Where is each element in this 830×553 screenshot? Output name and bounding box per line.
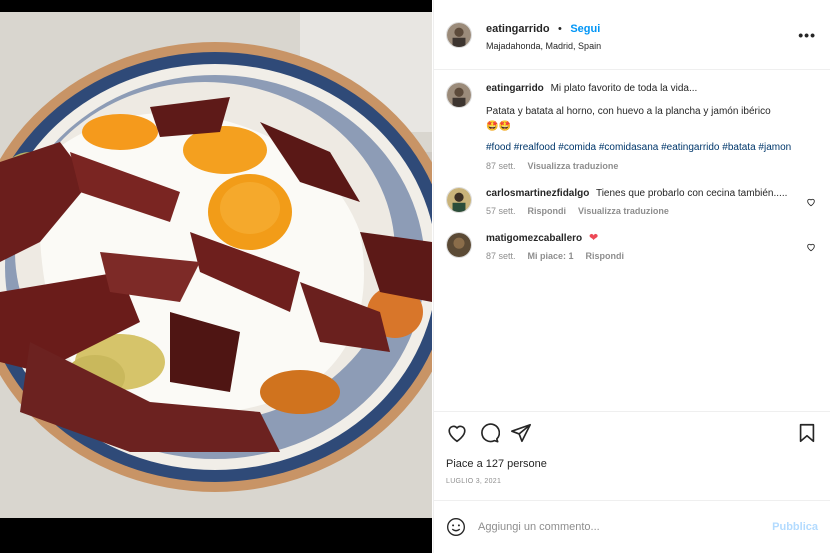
comment-meta: 57 sett. Rispondi Visualizza traduzione — [486, 206, 798, 216]
caption-body: eatingarrido Mi plato favorito de toda l… — [486, 82, 818, 171]
comment-meta: 87 sett. Mi piace: 1 Rispondi — [486, 251, 798, 261]
caption-entry: eatingarrido Mi plato favorito de toda l… — [446, 82, 818, 171]
translate-link[interactable]: Visualizza traduzione — [528, 161, 619, 171]
comment-likes-count[interactable]: Mi piace: 1 — [528, 251, 574, 261]
post-details-panel: eatingarrido • Segui Majadahonda, Madrid… — [433, 0, 830, 553]
caption-meta: 87 sett. Visualizza traduzione — [486, 161, 798, 171]
emoji-icon[interactable] — [446, 517, 466, 537]
caption-hashtags[interactable]: #food #realfood #comida #comidasana #eat… — [486, 141, 798, 155]
comment-time: 87 sett. — [486, 251, 516, 261]
heart-icon[interactable] — [446, 422, 468, 444]
post-header: eatingarrido • Segui Majadahonda, Madrid… — [434, 0, 830, 70]
likes-count[interactable]: Piace a 127 persone — [446, 458, 818, 470]
post-header-meta: eatingarrido • Segui Majadahonda, Madrid… — [486, 19, 601, 51]
share-icon[interactable] — [510, 422, 532, 444]
add-comment-bar: Pubblica — [434, 500, 830, 553]
avatar[interactable] — [446, 82, 472, 108]
more-options-icon[interactable]: ••• — [798, 28, 816, 42]
caption-emojis: 🤩🤩 — [486, 121, 511, 132]
comment-icon[interactable] — [478, 422, 500, 444]
food-photo-illustration — [0, 12, 432, 518]
author-username[interactable]: eatingarrido — [486, 23, 550, 35]
avatar[interactable] — [446, 187, 472, 213]
comment-text: carlosmartinezfidalgo Tienes que probarl… — [486, 187, 798, 200]
caption-text: eatingarrido Mi plato favorito de toda l… — [486, 82, 798, 95]
action-icons-row — [446, 422, 818, 444]
red-heart-emoji: ❤ — [588, 232, 599, 244]
comment-content: Tienes que probarlo con cecina también..… — [595, 188, 788, 199]
comment-item: matigomezcaballero ❤ 87 sett. Mi piace: … — [446, 232, 818, 261]
separator-dot: • — [558, 22, 562, 35]
media-letterbox-top — [0, 0, 432, 12]
comment-body: carlosmartinezfidalgo Tienes que probarl… — [486, 187, 818, 216]
avatar[interactable] — [446, 21, 472, 48]
location-link[interactable]: Majadahonda, Madrid, Spain — [486, 41, 601, 51]
caption-line-1: Mi plato favorito de toda la vida... — [550, 83, 698, 94]
caption-line-2: Patata y batata al horno, con huevo a la… — [486, 106, 771, 117]
bookmark-icon[interactable] — [796, 422, 818, 444]
comment-like-heart-icon[interactable] — [806, 197, 816, 207]
reply-link[interactable]: Rispondi — [528, 206, 567, 216]
comment-like-heart-icon[interactable] — [806, 242, 816, 252]
comment-time: 57 sett. — [486, 206, 516, 216]
post-actions: Piace a 127 persone LUGLIO 3, 2021 — [434, 411, 830, 501]
follow-button[interactable]: Segui — [570, 23, 600, 35]
comment-item: carlosmartinezfidalgo Tienes que probarl… — [446, 187, 818, 216]
publish-button[interactable]: Pubblica — [772, 521, 818, 533]
post-date: LUGLIO 3, 2021 — [446, 478, 502, 485]
caption-username[interactable]: eatingarrido — [486, 83, 544, 94]
comment-username[interactable]: matigomezcaballero — [486, 233, 582, 244]
caption-time: 87 sett. — [486, 161, 516, 171]
post-photo[interactable] — [0, 12, 432, 518]
comment-body: matigomezcaballero ❤ 87 sett. Mi piace: … — [486, 232, 818, 261]
reply-link[interactable]: Rispondi — [586, 251, 625, 261]
media-letterbox-bottom — [0, 518, 432, 553]
comment-username[interactable]: carlosmartinezfidalgo — [486, 188, 589, 199]
avatar[interactable] — [446, 232, 472, 258]
comment-text: matigomezcaballero ❤ — [486, 232, 798, 245]
comment-input[interactable] — [478, 521, 773, 533]
translate-link[interactable]: Visualizza traduzione — [578, 206, 669, 216]
comments-list: eatingarrido Mi plato favorito de toda l… — [434, 70, 830, 410]
